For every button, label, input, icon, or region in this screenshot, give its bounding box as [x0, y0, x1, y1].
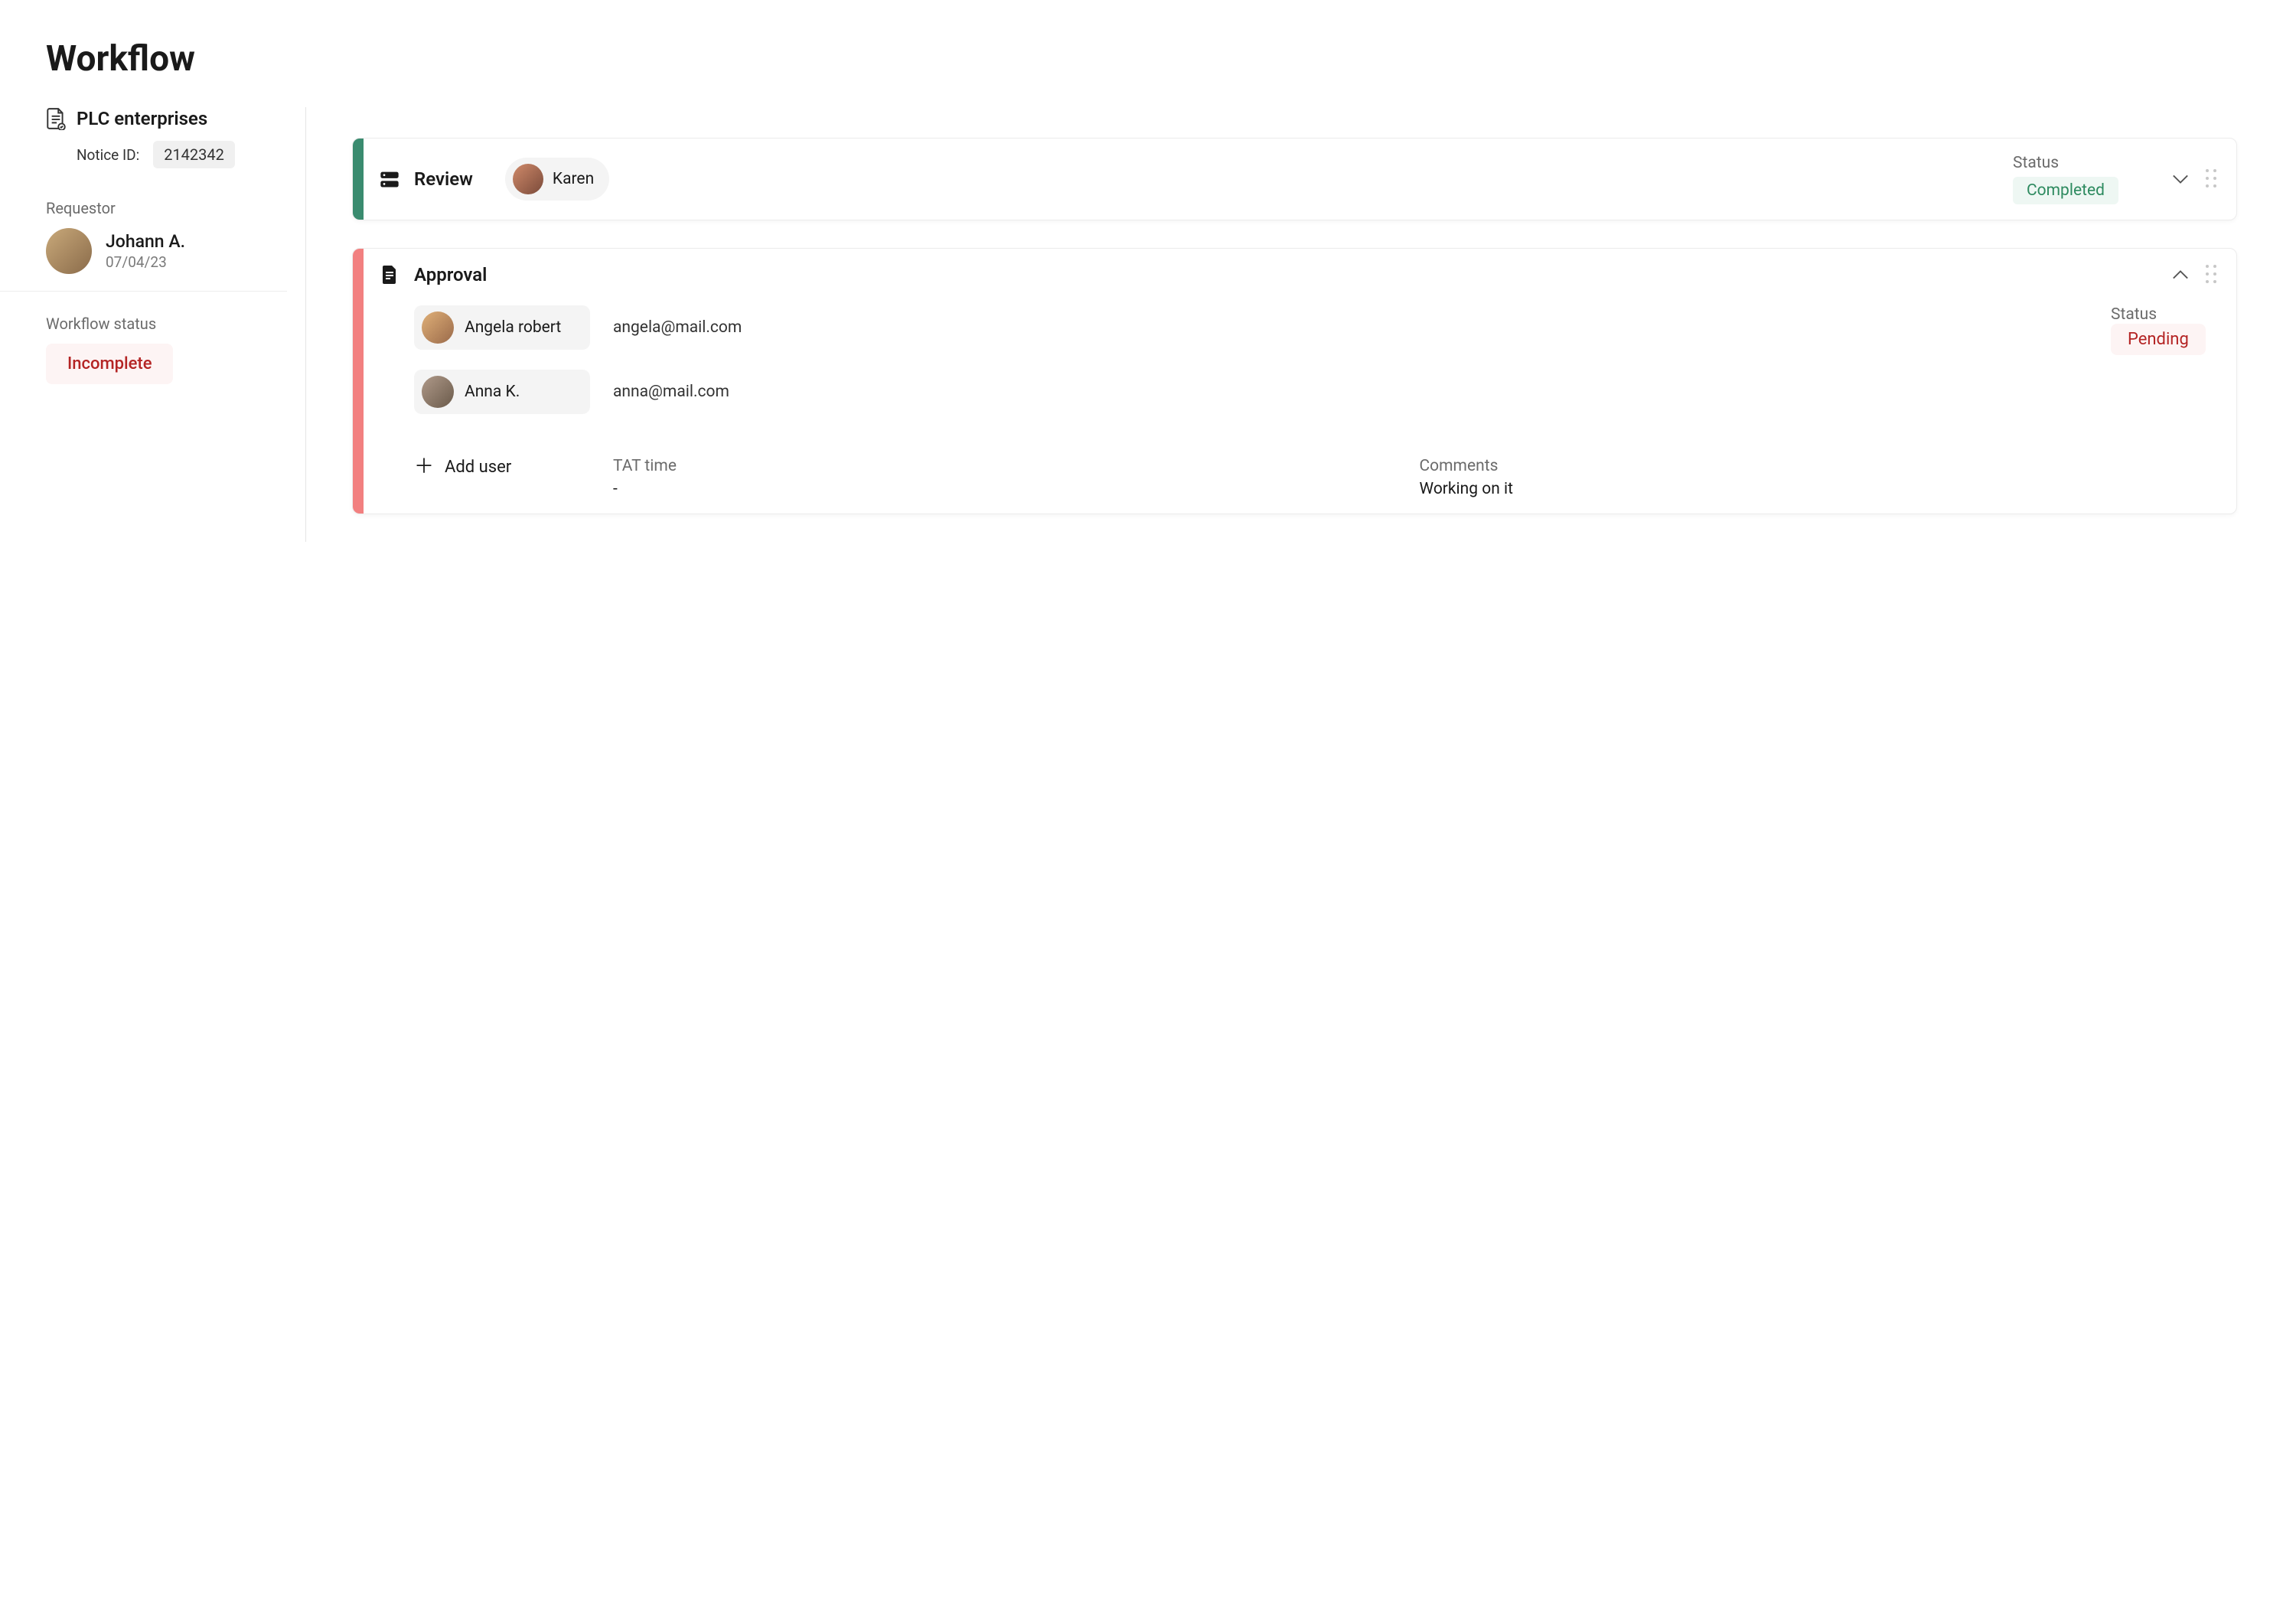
- requestor-label: Requestor: [46, 199, 287, 217]
- main-content: Review Karen Status Completed: [306, 107, 2237, 542]
- accent-bar: [353, 249, 364, 514]
- notice-id-label: Notice ID:: [77, 146, 139, 164]
- tat-label: TAT time: [613, 457, 1412, 475]
- notice-id-value: 2142342: [153, 141, 235, 168]
- avatar: [46, 228, 92, 274]
- step-card-review: Review Karen Status Completed: [352, 138, 2237, 220]
- status-value: Completed: [2013, 177, 2118, 204]
- approver-chip[interactable]: Angela robert: [414, 305, 590, 350]
- assignee-name: Karen: [553, 170, 594, 188]
- drag-handle-icon[interactable]: [2206, 169, 2218, 189]
- approver-row: Angela robert angela@mail.com: [414, 305, 2097, 350]
- comments-value: Working on it: [1420, 480, 2219, 498]
- approver-email: anna@mail.com: [613, 383, 2097, 401]
- tat-value: -: [613, 480, 1412, 498]
- workflow-status-value: Incomplete: [46, 344, 173, 384]
- approver-name: Anna K.: [465, 383, 520, 401]
- avatar: [422, 376, 454, 408]
- avatar: [513, 164, 543, 194]
- requestor-name: Johann A.: [106, 231, 185, 252]
- avatar: [422, 311, 454, 344]
- company-name: PLC enterprises: [77, 108, 207, 129]
- drag-handle-icon[interactable]: [2206, 265, 2218, 285]
- chevron-up-icon[interactable]: [2172, 269, 2189, 280]
- chevron-down-icon[interactable]: [2172, 174, 2189, 184]
- step-title: Review: [414, 168, 473, 190]
- step-title: Approval: [414, 264, 487, 285]
- approval-icon: [379, 264, 400, 285]
- status-label: Status: [2111, 305, 2218, 324]
- comments-label: Comments: [1420, 457, 2219, 475]
- document-check-icon: [46, 107, 66, 130]
- review-icon: [379, 168, 400, 190]
- assignee-chip[interactable]: Karen: [505, 158, 609, 201]
- page-title: Workflow: [46, 38, 2237, 80]
- accent-bar: [353, 139, 364, 220]
- requestor-date: 07/04/23: [106, 253, 185, 271]
- status-value: Pending: [2111, 324, 2206, 355]
- approver-row: Anna K. anna@mail.com: [414, 370, 2097, 414]
- plus-icon: ＋: [414, 457, 434, 477]
- requestor-row: Johann A. 07/04/23: [0, 228, 287, 292]
- add-user-button[interactable]: ＋ Add user: [414, 457, 605, 477]
- approver-email: angela@mail.com: [613, 318, 2097, 337]
- step-card-approval: Approval: [352, 248, 2237, 514]
- add-user-label: Add user: [445, 458, 511, 477]
- sidebar: PLC enterprises Notice ID: 2142342 Reque…: [46, 107, 306, 542]
- approver-chip[interactable]: Anna K.: [414, 370, 590, 414]
- status-label: Status: [2013, 154, 2143, 172]
- workflow-status-label: Workflow status: [46, 315, 287, 333]
- approver-name: Angela robert: [465, 318, 561, 337]
